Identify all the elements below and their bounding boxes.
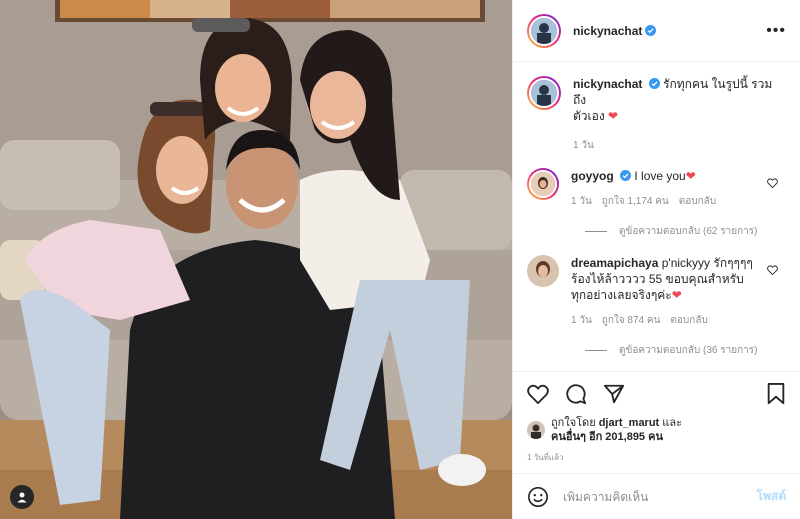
caption-avatar[interactable] (527, 76, 561, 110)
author-username[interactable]: nickynachat (573, 24, 642, 38)
reply-button[interactable]: ตอบกลับ (670, 313, 707, 329)
liked-by-prefix: ถูกใจโดย (551, 417, 596, 429)
heart-emoji: ❤ (671, 288, 682, 302)
verified-badge-icon (645, 25, 657, 36)
comment-icon[interactable] (565, 383, 587, 405)
liker-avatar[interactable] (527, 421, 545, 439)
comment-time: 1 วัน (571, 315, 592, 326)
share-icon[interactable] (603, 383, 625, 405)
comment: dreamapichaya p'nickyyy รักๆๆๆๆ ร้องไห้ล… (527, 255, 784, 329)
comment-input[interactable] (563, 489, 723, 504)
comments-list: nickynachat รักทุกคน ในรูปนี้ รวมถึง ตัว… (513, 62, 800, 371)
emoji-icon[interactable] (527, 486, 549, 508)
add-comment-bar: โพสต์ (513, 473, 800, 519)
post-comment-button[interactable]: โพสต์ (757, 487, 786, 506)
caption-text-line2: ตัวเอง (573, 109, 605, 123)
post-header: nickynachat ••• (513, 0, 800, 62)
liker-username[interactable]: djart_marut (599, 417, 660, 429)
liked-by-and: และ (662, 417, 683, 429)
post-photo[interactable] (0, 0, 512, 519)
likes-count[interactable]: คนอื่นๆ อีก 201,895 คน (551, 430, 682, 444)
comment-username[interactable]: dreamapichaya (571, 256, 658, 270)
reply-button[interactable]: ตอบกลับ (679, 194, 716, 210)
liked-by: ถูกใจโดย djart_marut และ คนอื่นๆ อีก 201… (513, 415, 800, 445)
comment-text-line3: ทุกอย่างเลยจริงๆค่ะ (571, 288, 672, 302)
view-replies-button[interactable]: ดูข้อความตอบกลับ (36 รายการ) (585, 343, 784, 358)
comment-like-icon[interactable] (767, 178, 778, 188)
comment-text-line1: p'nickyyy รักๆๆๆๆ (661, 256, 753, 270)
photo-illustration (0, 0, 512, 519)
author-avatar[interactable] (527, 13, 561, 48)
caption-username[interactable]: nickynachat (573, 77, 642, 91)
comment-username[interactable]: goyyog (571, 169, 614, 183)
bookmark-icon[interactable] (766, 382, 786, 405)
comment-text: I love you (634, 169, 686, 183)
comment-likes[interactable]: ถูกใจ 1,174 คน (602, 194, 669, 210)
verified-badge-icon (620, 170, 632, 181)
heart-icon[interactable] (527, 384, 549, 404)
post-side-panel: nickynachat ••• nickynachat รักทุกคน ในร… (512, 0, 800, 519)
comment-time: 1 วัน (571, 196, 592, 207)
heart-emoji: ❤ (685, 169, 696, 183)
comment-like-icon[interactable] (767, 265, 778, 275)
user-tag-icon (17, 492, 27, 503)
instagram-post: nickynachat ••• nickynachat รักทุกคน ในร… (0, 0, 800, 519)
comment-avatar[interactable] (527, 255, 559, 287)
verified-badge-icon (648, 78, 660, 89)
view-replies-button[interactable]: ดูข้อความตอบกลับ (62 รายการ) (585, 224, 784, 239)
post-timestamp: 1 วันที่แล้ว (527, 453, 564, 462)
view-replies-label: ดูข้อความตอบกลับ (62 รายการ) (619, 226, 758, 237)
caption: nickynachat รักทุกคน ในรูปนี้ รวมถึง ตัว… (527, 76, 784, 154)
heart-emoji: ❤ (608, 109, 619, 123)
more-options-button[interactable]: ••• (766, 22, 786, 40)
comment-likes[interactable]: ถูกใจ 874 คน (602, 313, 661, 329)
user-tag-button[interactable] (10, 485, 34, 509)
comment-text-line2: ร้องไห้ล้าวววว 55 ขอบคุณสำหรับ (571, 272, 744, 286)
post-actions (513, 371, 800, 415)
view-replies-label: ดูข้อความตอบกลับ (36 รายการ) (619, 345, 758, 356)
caption-time: 1 วัน (573, 140, 594, 151)
comment-avatar[interactable] (527, 168, 559, 200)
comment: goyyog I love you❤ 1 วัน ถูกใจ 1,174 คน … (527, 168, 784, 210)
